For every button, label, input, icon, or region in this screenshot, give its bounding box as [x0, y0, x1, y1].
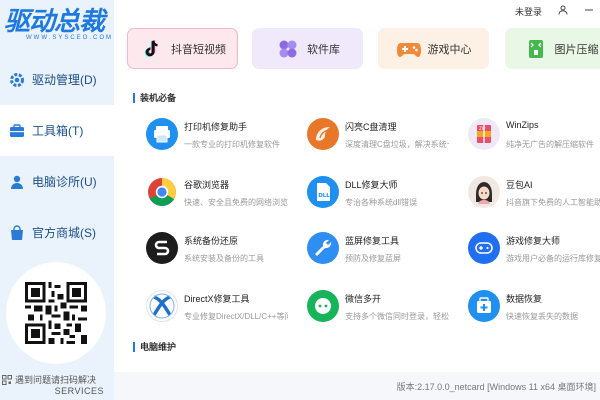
tool-name: 游戏修复大师: [506, 236, 561, 246]
backup-s-icon: [146, 232, 178, 264]
tool-c-drive-cleaner[interactable]: 闪亮C盘清理 深度清理C盘垃圾，解决系统卡顿: [307, 118, 457, 158]
tool-game-repair[interactable]: 游戏修复大师 游戏用户必备的运行库修复工具: [468, 232, 600, 272]
tool-doubao-ai[interactable]: 豆包AI 抖音旗下免费的人工智能助手: [468, 176, 600, 216]
image-compress-icon: [523, 36, 549, 62]
tool-desc: 预防及修复蓝屏: [345, 254, 401, 263]
tab-game-center[interactable]: 游戏中心: [378, 28, 489, 69]
dll-icon: DLL: [307, 176, 339, 208]
qr-tip-text: 遇到问题请扫码解决: [15, 375, 97, 385]
chrome-icon: [146, 176, 178, 208]
swirl-icon: [307, 118, 339, 150]
tool-printer-repair[interactable]: 打印机修复助手 一款专业的打印机修复软件: [146, 118, 296, 158]
tab-label: 游戏中心: [427, 43, 472, 56]
tool-name: 系统备份还原: [184, 236, 239, 246]
minimize-icon[interactable]: [584, 5, 594, 17]
qr-tip: 遇到问题请扫码解决: [0, 373, 114, 386]
section-accent-bar: [133, 341, 135, 352]
tool-desc: 系统安装及备份的工具: [184, 254, 264, 263]
data-recovery-icon: [468, 290, 500, 322]
tab-douyin[interactable]: 抖音短视频: [127, 28, 238, 69]
section-maintenance: 电脑维护: [133, 340, 176, 353]
wechat-multi-icon: [307, 290, 339, 322]
tool-desc: 专业修复DirectX/DLL/C++等问题: [184, 312, 288, 321]
section-accent-bar: [133, 92, 135, 103]
tool-desc: 深度清理C盘垃圾，解决系统卡顿: [345, 140, 449, 149]
tool-bsod-repair[interactable]: 蓝屏修复工具 预防及修复蓝屏: [307, 232, 457, 272]
tab-label: 图片压缩: [554, 43, 599, 56]
tiktok-icon: [139, 36, 165, 62]
section-title: 装机必备: [140, 93, 177, 103]
user-icon[interactable]: [558, 5, 568, 17]
tool-name: WinZips: [506, 120, 539, 130]
qr-code[interactable]: [25, 282, 87, 344]
sidebar-item-label: 官方商城(S): [32, 226, 96, 240]
avatar-icon: [468, 176, 500, 208]
tool-name: DLL修复大师: [345, 180, 398, 190]
tool-name: 豆包AI: [506, 180, 533, 190]
tool-dll-repair[interactable]: DLL DLL修复大师 专治各种系统dll错误: [307, 176, 457, 216]
tool-name: 微信多开: [345, 294, 382, 304]
tool-desc: 游戏用户必备的运行库修复工具: [506, 254, 600, 263]
tool-desc: 支持多个微信同时登录，轻松切换: [345, 312, 449, 321]
sidebar-item-label: 电脑诊所(U): [32, 175, 97, 189]
qr-code-container: [6, 262, 106, 364]
sidebar-nav: 驱动管理(D) 工具箱(T) 电脑诊所(U) 官方商城(S): [0, 54, 114, 258]
tool-system-backup[interactable]: 系统备份还原 系统安装及备份的工具: [146, 232, 296, 272]
tool-desc: 纯净无广告的解压缩软件: [506, 140, 594, 149]
svg-text:DLL: DLL: [318, 193, 330, 199]
sidebar-item-toolbox[interactable]: 工具箱(T): [0, 105, 114, 156]
category-tabs: 抖音短视频 软件库 游戏中心 图片压缩: [127, 28, 600, 70]
tool-desc: 快速、安全且免费的网络浏览器: [184, 198, 288, 207]
section-essentials: 装机必备: [133, 91, 176, 104]
printer-icon: [146, 118, 178, 150]
zip-icon: ZIP: [468, 118, 500, 150]
tab-label: 软件库: [307, 43, 340, 56]
title-bar: 未登录: [114, 0, 600, 22]
wrench-icon: [307, 232, 339, 264]
sidebar-item-official-store[interactable]: 官方商城(S): [0, 207, 114, 258]
tool-data-recovery[interactable]: 数据恢复 快速恢复丢失的数据: [468, 290, 600, 330]
game-controller-icon: [468, 232, 500, 264]
sidebar: 驱动总裁 WWW.SYSCEO.COM 驱动管理(D) 工具箱(T) 电脑诊所(…: [0, 0, 114, 400]
tool-name: 蓝屏修复工具: [345, 236, 400, 246]
login-status-link[interactable]: 未登录: [515, 5, 542, 18]
gear-icon: [8, 71, 26, 89]
tool-winzips[interactable]: ZIP WinZips 纯净无广告的解压缩软件: [468, 118, 600, 158]
sidebar-item-driver-management[interactable]: 驱动管理(D): [0, 54, 114, 105]
tab-image-compress[interactable]: 图片压缩: [505, 28, 600, 69]
toolbox-icon: [8, 122, 26, 140]
shopping-bag-icon: [8, 224, 26, 242]
sidebar-item-label: 工具箱(T): [32, 124, 84, 138]
tool-name: 数据恢复: [506, 294, 543, 304]
directx-icon: [146, 290, 178, 322]
tool-desc: 快速恢复丢失的数据: [506, 312, 578, 321]
svg-text:ZIP: ZIP: [479, 126, 486, 131]
app-logo: 驱动总裁 WWW.SYSCEO.COM: [4, 7, 111, 50]
tool-desc: 专治各种系统dll错误: [345, 198, 418, 207]
tool-chrome[interactable]: 谷歌浏览器 快速、安全且免费的网络浏览器: [146, 176, 296, 216]
sidebar-item-label: 驱动管理(D): [32, 73, 97, 87]
tool-name: 闪亮C盘清理: [345, 122, 397, 132]
section-title: 电脑维护: [140, 342, 177, 352]
logo-text: 驱动总裁: [4, 7, 105, 37]
person-icon: [8, 173, 26, 191]
gamepad-icon: [396, 36, 422, 62]
tool-directx-repair[interactable]: DirectX修复工具 专业修复DirectX/DLL/C++等问题: [146, 290, 296, 330]
tab-label: 抖音短视频: [171, 43, 226, 56]
sidebar-item-pc-clinic[interactable]: 电脑诊所(U): [0, 156, 114, 207]
version-text: 版本:2.17.0.0_netcard [Windows 11 x64 桌面环境…: [396, 381, 596, 392]
tool-desc: 抖音旗下免费的人工智能助手: [506, 198, 600, 207]
tool-desc: 一款专业的打印机修复软件: [184, 140, 280, 149]
tool-wechat-multi[interactable]: 微信多开 支持多个微信同时登录，轻松切换: [307, 290, 457, 330]
clover-icon: [275, 36, 301, 62]
status-bar: 版本:2.17.0.0_netcard [Windows 11 x64 桌面环境…: [114, 372, 600, 400]
scan-icon: [2, 374, 12, 385]
tab-software-library[interactable]: 软件库: [252, 28, 363, 69]
tool-name: DirectX修复工具: [184, 294, 250, 304]
tool-name: 谷歌浏览器: [184, 180, 230, 190]
tool-name: 打印机修复助手: [184, 122, 248, 132]
services-label: SERVICES: [54, 386, 104, 396]
